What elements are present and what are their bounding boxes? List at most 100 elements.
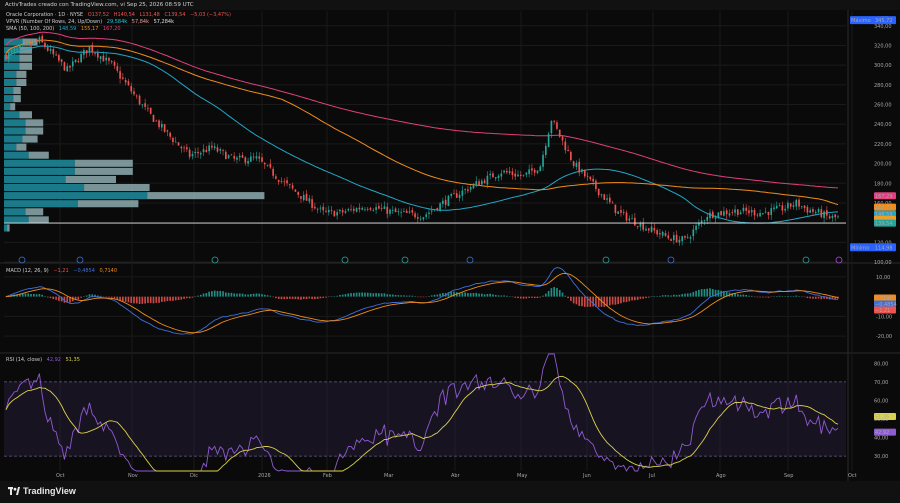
- x-tick-label: Dic: [190, 473, 198, 479]
- candle-body: [119, 71, 121, 79]
- macd-histogram-bar: [341, 294, 344, 297]
- candle-body: [684, 235, 686, 238]
- candle-body: [288, 184, 291, 186]
- macd-histogram-bar: [400, 295, 402, 297]
- macd-histogram-bar: [391, 294, 394, 297]
- candle-body: [656, 230, 658, 235]
- candle-body: [419, 218, 422, 220]
- macd-histogram-bar: [461, 292, 464, 297]
- price-tick-label: 200,00: [874, 162, 892, 168]
- tradingview-logo[interactable]: TradingView: [8, 486, 76, 496]
- candle-body: [394, 208, 397, 213]
- volume-profile-bar-down: [25, 127, 44, 135]
- macd-histogram-bar: [205, 293, 208, 297]
- legend-macd-signal: 0,7140: [99, 268, 118, 274]
- macd-histogram-bar: [263, 294, 266, 297]
- candle-body: [197, 151, 199, 154]
- macd-histogram-bar: [430, 295, 433, 297]
- macd-histogram-bar: [678, 294, 681, 297]
- volume-profile-bar-down: [10, 103, 16, 111]
- candle-body: [531, 168, 533, 171]
- rsi-tick-label: 40,00: [874, 436, 888, 442]
- chart-credit: ActivTrades creado con TradingView.com, …: [0, 0, 900, 10]
- candle-body: [38, 37, 41, 43]
- candle-body: [639, 223, 642, 227]
- candle-body: [275, 176, 277, 179]
- macd-histogram-bar: [108, 296, 110, 298]
- macd-histogram-bar: [672, 294, 675, 297]
- candle-body: [458, 194, 461, 198]
- macd-histogram-bar: [650, 296, 653, 298]
- candle-body: [439, 203, 441, 212]
- macd-histogram-bar: [817, 296, 820, 299]
- candle-body: [333, 211, 336, 217]
- legend-symbol[interactable]: Oracle Corporation · 1D · NYSE: [6, 12, 83, 18]
- candle-body: [336, 212, 338, 216]
- macd-histogram-bar: [397, 295, 400, 297]
- macd-histogram-bar: [809, 296, 812, 299]
- candle-body: [428, 212, 430, 215]
- candle-body: [408, 211, 411, 213]
- price-chart[interactable]: USDOctNovDic2026FebMarAbrMayJunJulAgoSep…: [0, 10, 900, 481]
- macd-histogram-bar: [138, 296, 141, 304]
- macd-histogram-bar: [383, 293, 386, 297]
- macd-histogram-bar: [347, 293, 350, 297]
- candle-body: [826, 210, 828, 216]
- candle-body: [311, 199, 313, 208]
- x-tick-label: Feb: [323, 473, 332, 479]
- volume-profile-bar-up: [4, 192, 148, 200]
- volume-profile-bar-down: [74, 167, 133, 175]
- candle-body: [692, 229, 695, 237]
- candle-body: [753, 209, 756, 216]
- candle-body: [756, 214, 759, 216]
- candle-body: [250, 156, 252, 162]
- macd-histogram-bar: [24, 293, 27, 297]
- candle-body: [600, 194, 603, 196]
- macd-histogram-bar: [664, 295, 667, 297]
- macd-histogram-bar: [483, 294, 486, 297]
- candle-body: [403, 210, 405, 212]
- price-extreme-title: Mínimo: [851, 244, 869, 251]
- legend-rsi-title[interactable]: RSI (14, close): [6, 357, 42, 363]
- macd-histogram-bar: [611, 296, 614, 305]
- macd-histogram-bar: [88, 294, 91, 297]
- volume-profile-bar-up: [4, 111, 20, 119]
- macd-histogram-bar: [720, 290, 722, 297]
- macd-histogram-bar: [553, 287, 556, 297]
- candle-body: [52, 49, 55, 55]
- tradingview-brand: TradingView: [23, 486, 76, 496]
- candle-body: [230, 154, 233, 156]
- candle-body: [497, 175, 500, 178]
- candle-body: [24, 43, 27, 45]
- macd-histogram-bar: [425, 296, 428, 298]
- legend-high: H140,54: [113, 12, 135, 18]
- macd-histogram-bar: [739, 294, 742, 297]
- macd-histogram-bar: [514, 296, 517, 298]
- macd-histogram-bar: [216, 290, 219, 297]
- candle-body: [149, 107, 152, 114]
- macd-histogram-bar: [372, 293, 375, 297]
- candle-body: [653, 228, 656, 231]
- macd-histogram-bar: [617, 296, 620, 305]
- candle-body: [820, 209, 823, 218]
- candle-body: [667, 235, 670, 239]
- legend-macd-title[interactable]: MACD (12, 26, 9): [6, 268, 49, 274]
- candle-body: [475, 181, 478, 185]
- legend-sma-title[interactable]: SMA (50, 100, 200): [6, 26, 54, 32]
- legend-vpvr-title[interactable]: VPVR (Number Of Rows, 24, Up/Down): [6, 19, 102, 25]
- price-value-label: 139,54: [875, 221, 893, 227]
- macd-histogram-bar: [238, 293, 241, 297]
- candle-body: [773, 207, 775, 210]
- candle-body: [558, 129, 561, 137]
- macd-histogram-bar: [366, 292, 369, 297]
- candle-body: [219, 149, 222, 151]
- macd-histogram-bar: [213, 290, 216, 297]
- candle-body: [352, 208, 355, 211]
- candle-body: [647, 228, 650, 231]
- macd-histogram-bar: [386, 294, 389, 297]
- macd-histogram-bar: [414, 296, 416, 297]
- macd-histogram-bar: [492, 294, 494, 297]
- candle-body: [177, 142, 180, 146]
- candle-body: [480, 180, 483, 185]
- macd-histogram-bar: [544, 293, 547, 297]
